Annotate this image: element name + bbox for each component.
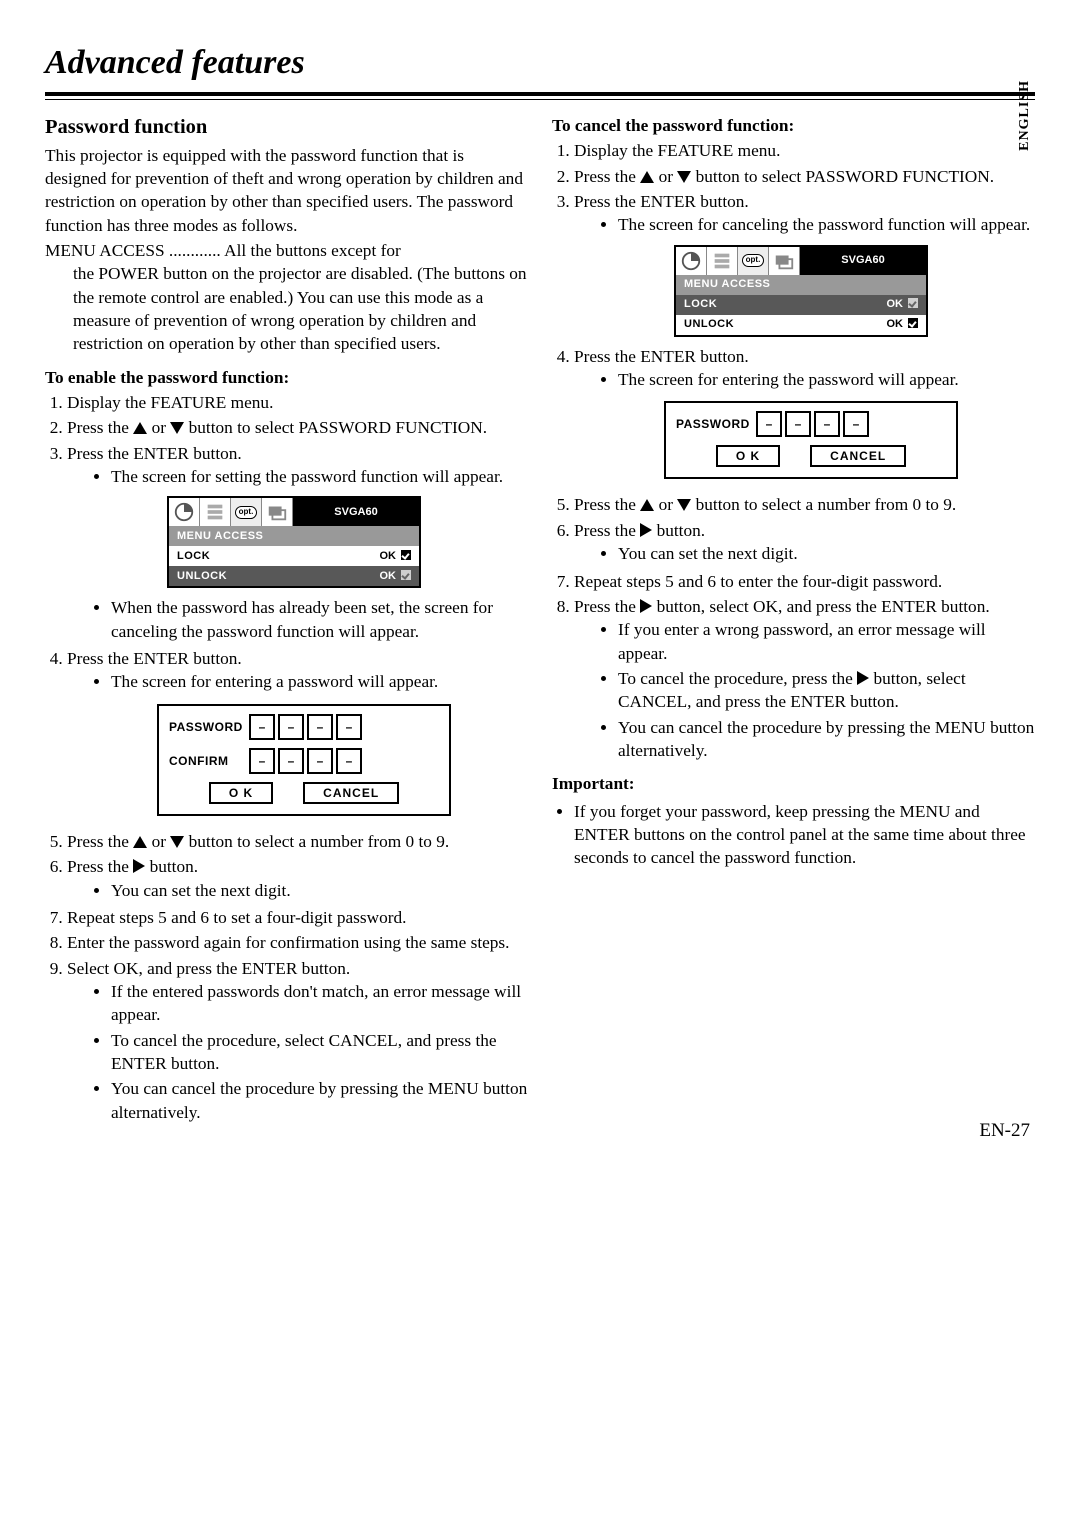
enable-heading: To enable the password function: xyxy=(45,366,528,389)
step-6: Press the button. You can set the next d… xyxy=(67,855,528,902)
menu-badge: SVGA60 xyxy=(293,498,419,526)
menu-row-lock-dark: LOCKOK xyxy=(676,295,926,315)
tab-icon-2 xyxy=(200,498,231,526)
tab-icon-1 xyxy=(169,498,200,526)
right-arrow-icon xyxy=(857,671,869,685)
check-icon xyxy=(908,298,918,308)
menu-header: MENU ACCESS xyxy=(676,275,926,295)
content-columns: Password function This projector is equi… xyxy=(45,114,1035,1132)
intro-text: This projector is equipped with the pass… xyxy=(45,144,528,237)
pw-row: PASSWORD – – – – xyxy=(169,714,439,740)
after-screen-note: When the password has already been set, … xyxy=(111,596,528,643)
up-arrow-icon xyxy=(640,171,654,183)
confirm-digits: – – – – xyxy=(249,748,362,774)
tab-icon-4 xyxy=(769,247,800,275)
right-arrow-icon xyxy=(640,523,652,537)
menu-access-term: MENU ACCESS ............ All the buttons… xyxy=(45,239,528,262)
step-9: Select OK, and press the ENTER button. I… xyxy=(67,957,528,1124)
tab-icon-3-active: opt. xyxy=(231,498,262,526)
down-arrow-icon xyxy=(677,499,691,511)
step-3: Press the ENTER button. The screen for s… xyxy=(67,442,528,643)
r-step-4: Press the ENTER button. The screen for e… xyxy=(574,345,1035,480)
term-body: the POWER button on the projector are di… xyxy=(45,262,528,355)
right-arrow-icon xyxy=(640,599,652,613)
enable-steps: Display the FEATURE menu. Press the or b… xyxy=(45,391,528,1124)
r-step-5: Press the or button to select a number f… xyxy=(574,493,1035,516)
section-heading: Password function xyxy=(45,114,528,142)
pw-digits: – – – – xyxy=(756,411,869,437)
menu-tabs: opt. SVGA60 xyxy=(169,498,419,526)
pw-buttons: O K CANCEL xyxy=(676,445,946,467)
important-note: If you forget your password, keep pressi… xyxy=(574,800,1035,870)
cancel-button[interactable]: CANCEL xyxy=(810,445,906,467)
menu-row-unlock-white: UNLOCKOK xyxy=(676,315,926,335)
tab-icon-3-active: opt. xyxy=(738,247,769,275)
up-arrow-icon xyxy=(640,499,654,511)
menu-row-lock: LOCKOK xyxy=(169,546,419,566)
menu-row-unlock: UNLOCKOK xyxy=(169,566,419,586)
r-step-1: Display the FEATURE menu. xyxy=(574,139,1035,162)
ok-button[interactable]: O K xyxy=(209,782,273,804)
cancel-heading: To cancel the password function: xyxy=(552,114,1035,137)
step-8: Enter the password again for confirmatio… xyxy=(67,931,528,954)
password-box: PASSWORD – – – – O K CANCEL xyxy=(664,401,958,479)
cancel-steps: Display the FEATURE menu. Press the or b… xyxy=(552,139,1035,762)
page-number: EN-27 xyxy=(979,1118,1030,1144)
menu-tabs: opt. SVGA60 xyxy=(676,247,926,275)
step-3-sub: The screen for setting the password func… xyxy=(111,465,528,488)
menu-header: MENU ACCESS xyxy=(169,526,419,546)
menu-screen-enable: opt. SVGA60 MENU ACCESS LOCKOK UNLOCKOK xyxy=(167,496,421,588)
left-column: Password function This projector is equi… xyxy=(45,114,528,1132)
page-title: Advanced features xyxy=(45,40,1035,86)
step-2: Press the or button to select PASSWORD F… xyxy=(67,416,528,439)
down-arrow-icon xyxy=(170,422,184,434)
r-step-6: Press the button. You can set the next d… xyxy=(574,519,1035,566)
step-5: Press the or button to select a number f… xyxy=(67,830,528,853)
up-arrow-icon xyxy=(133,422,147,434)
r-step-2: Press the or button to select PASSWORD F… xyxy=(574,165,1035,188)
r-step-7: Repeat steps 5 and 6 to enter the four-d… xyxy=(574,570,1035,593)
r-step-3: Press the ENTER button. The screen for c… xyxy=(574,190,1035,337)
cancel-button[interactable]: CANCEL xyxy=(303,782,399,804)
title-underline xyxy=(45,92,1035,100)
right-arrow-icon xyxy=(133,859,145,873)
check-icon xyxy=(401,550,411,560)
r-step-8: Press the button, select OK, and press t… xyxy=(574,595,1035,762)
ok-button[interactable]: O K xyxy=(716,445,780,467)
menu-screen-cancel: opt. SVGA60 MENU ACCESS LOCKOK UNLOCKOK xyxy=(674,245,928,337)
password-confirm-box: PASSWORD – – – – CONFIRM – – xyxy=(157,704,451,816)
pw-row: PASSWORD – – – – xyxy=(676,411,946,437)
confirm-row: CONFIRM – – – – xyxy=(169,748,439,774)
step-1: Display the FEATURE menu. xyxy=(67,391,528,414)
menu-badge: SVGA60 xyxy=(800,247,926,275)
pw-digits: – – – – xyxy=(249,714,362,740)
step-4: Press the ENTER button. The screen for e… xyxy=(67,647,528,816)
right-column: To cancel the password function: Display… xyxy=(552,114,1035,1132)
term-start: All the buttons except for xyxy=(224,241,401,260)
check-icon xyxy=(908,318,918,328)
down-arrow-icon xyxy=(677,171,691,183)
tab-icon-2 xyxy=(707,247,738,275)
step-7: Repeat steps 5 and 6 to set a four-digit… xyxy=(67,906,528,929)
term-label: MENU ACCESS ............ xyxy=(45,241,221,260)
important-heading: Important: xyxy=(552,772,1035,795)
tab-icon-1 xyxy=(676,247,707,275)
tab-icon-4 xyxy=(262,498,293,526)
down-arrow-icon xyxy=(170,836,184,848)
check-icon xyxy=(401,570,411,580)
language-tab: ENGLISH xyxy=(1016,80,1035,151)
up-arrow-icon xyxy=(133,836,147,848)
pw-buttons: O K CANCEL xyxy=(169,782,439,804)
